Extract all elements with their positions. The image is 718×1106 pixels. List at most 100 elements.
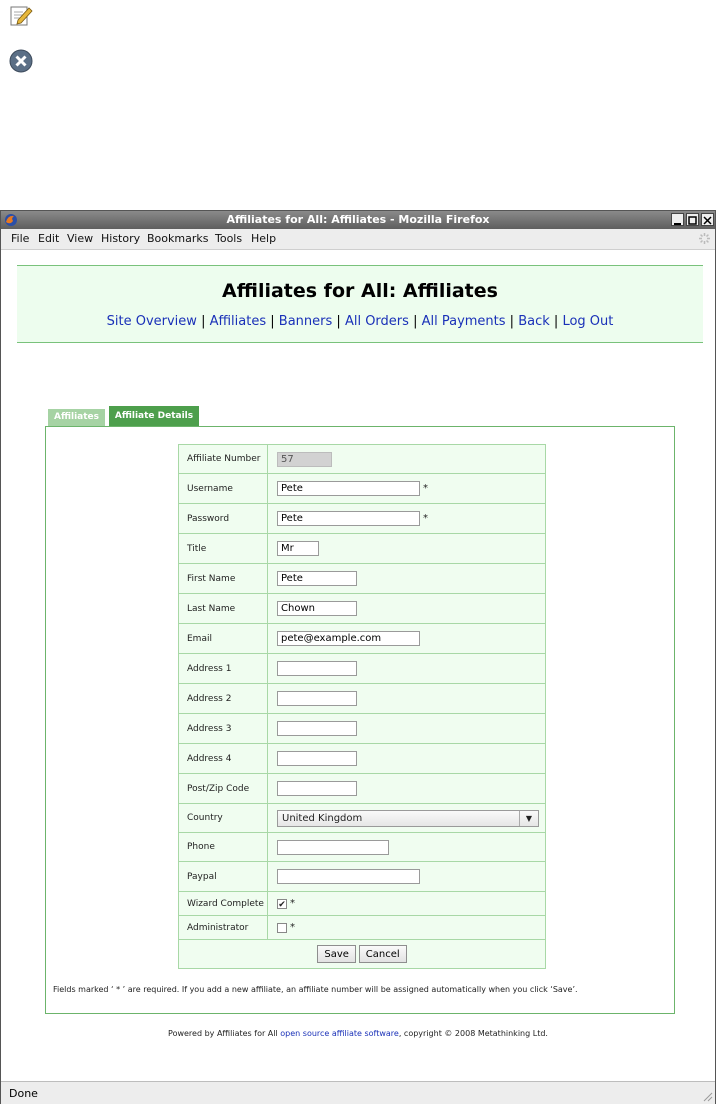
footer-suffix: , copyright © 2008 Metathinking Ltd.: [398, 1029, 548, 1038]
field-label: Password: [178, 503, 268, 534]
required-fields-note: Fields marked ‘ * ’ are required. If you…: [53, 985, 578, 994]
nav-separator: |: [413, 314, 418, 329]
username-field[interactable]: [277, 481, 420, 496]
postcode-field[interactable]: [277, 781, 357, 796]
menu-bookmarks[interactable]: Bookmarks: [147, 232, 208, 245]
status-bar: Done: [1, 1081, 715, 1104]
nav-site-overview[interactable]: Site Overview: [107, 314, 197, 329]
required-mark: *: [423, 483, 428, 494]
menu-edit[interactable]: Edit: [38, 232, 59, 245]
nav-separator: |: [270, 314, 275, 329]
title-field[interactable]: [277, 541, 319, 556]
affiliate-form: Affiliate Number Username * Password * T…: [178, 444, 546, 969]
form-row: Email: [178, 623, 546, 654]
minimize-icon: [674, 223, 681, 225]
field-label: First Name: [178, 563, 268, 594]
tab-affiliates[interactable]: Affiliates: [48, 409, 105, 426]
form-row: Address 2: [178, 683, 546, 714]
required-mark: *: [423, 513, 428, 524]
administrator-checkbox[interactable]: [277, 922, 287, 933]
country-select[interactable]: United Kingdom ▼: [277, 809, 539, 827]
main-nav: Site Overview | Affiliates | Banners | A…: [17, 314, 703, 329]
field-label: Address 3: [178, 713, 268, 744]
throbber-icon: [699, 233, 710, 244]
form-row: Administrator *: [178, 915, 546, 940]
field-label: Country: [178, 803, 268, 833]
maximize-icon: [688, 216, 697, 225]
address1-field[interactable]: [277, 661, 357, 676]
field-label: Address 4: [178, 743, 268, 774]
field-label: Address 1: [178, 653, 268, 684]
affiliate-number-field: [277, 451, 332, 467]
page-title: Affiliates for All: Affiliates: [222, 280, 498, 302]
field-label: Wizard Complete: [178, 891, 268, 916]
tab-affiliate-details[interactable]: Affiliate Details: [109, 406, 199, 426]
form-row: Title: [178, 533, 546, 564]
first-name-field[interactable]: [277, 571, 357, 586]
form-row: Post/Zip Code: [178, 773, 546, 804]
nav-separator: |: [201, 314, 206, 329]
phone-field[interactable]: [277, 839, 389, 855]
field-label: Email: [178, 623, 268, 654]
form-row: Wizard Complete ✔ *: [178, 891, 546, 916]
browser-window: Affiliates for All: Affiliates - Mozilla…: [0, 210, 716, 1104]
form-actions: Save Cancel: [178, 939, 546, 969]
firefox-icon: [5, 214, 17, 226]
maximize-button[interactable]: [686, 213, 699, 226]
field-label: Post/Zip Code: [178, 773, 268, 804]
menu-view[interactable]: View: [67, 232, 93, 245]
field-label: Last Name: [178, 593, 268, 624]
menu-tools[interactable]: Tools: [215, 232, 242, 245]
form-row: Affiliate Number: [178, 444, 546, 474]
field-label: Phone: [178, 832, 268, 862]
menu-history[interactable]: History: [101, 232, 140, 245]
last-name-field[interactable]: [277, 601, 357, 616]
nav-affiliates[interactable]: Affiliates: [210, 314, 267, 329]
menu-help[interactable]: Help: [251, 232, 276, 245]
paypal-field[interactable]: [277, 869, 420, 884]
field-label: Title: [178, 533, 268, 564]
address2-field[interactable]: [277, 691, 357, 706]
form-row: Username *: [178, 473, 546, 504]
address3-field[interactable]: [277, 721, 357, 736]
resize-grip-icon[interactable]: [701, 1090, 713, 1102]
wizard-complete-checkbox[interactable]: ✔: [277, 898, 287, 910]
nav-all-orders[interactable]: All Orders: [345, 314, 409, 329]
form-row: Country United Kingdom ▼: [178, 803, 546, 833]
field-label: Paypal: [178, 861, 268, 892]
nav-log-out[interactable]: Log Out: [562, 314, 613, 329]
form-row: Last Name: [178, 593, 546, 624]
nav-banners[interactable]: Banners: [279, 314, 332, 329]
close-icon: [703, 216, 712, 225]
address4-field[interactable]: [277, 751, 357, 766]
menu-file[interactable]: File: [11, 232, 29, 245]
field-label: Username: [178, 473, 268, 504]
form-row: Paypal: [178, 861, 546, 892]
minimize-button[interactable]: [671, 213, 684, 226]
form-row: Address 3: [178, 713, 546, 744]
field-label: Address 2: [178, 683, 268, 714]
required-mark: *: [290, 922, 295, 933]
footer-link[interactable]: open source affiliate software: [280, 1029, 399, 1038]
nav-back[interactable]: Back: [518, 314, 550, 329]
chevron-down-icon: ▼: [519, 810, 538, 826]
window-title: Affiliates for All: Affiliates - Mozilla…: [226, 213, 490, 226]
content-panel: Affiliate Number Username * Password * T…: [45, 426, 675, 1014]
cancel-button[interactable]: Cancel: [358, 945, 407, 963]
window-titlebar: Affiliates for All: Affiliates - Mozilla…: [1, 211, 715, 229]
form-row: Address 4: [178, 743, 546, 774]
edit-icon[interactable]: [8, 4, 34, 28]
field-label: Administrator: [178, 915, 268, 940]
password-field[interactable]: [277, 511, 420, 526]
field-label: Affiliate Number: [178, 444, 268, 474]
email-field[interactable]: [277, 631, 420, 646]
status-text: Done: [9, 1087, 38, 1100]
form-row: Phone: [178, 832, 546, 862]
close-window-button[interactable]: [701, 213, 714, 226]
form-row: First Name: [178, 563, 546, 594]
nav-all-payments[interactable]: All Payments: [422, 314, 506, 329]
cancel-icon[interactable]: [8, 48, 34, 74]
save-button[interactable]: Save: [317, 945, 356, 963]
page-header: Affiliates for All: Affiliates Site Over…: [17, 265, 703, 343]
nav-separator: |: [509, 314, 515, 329]
